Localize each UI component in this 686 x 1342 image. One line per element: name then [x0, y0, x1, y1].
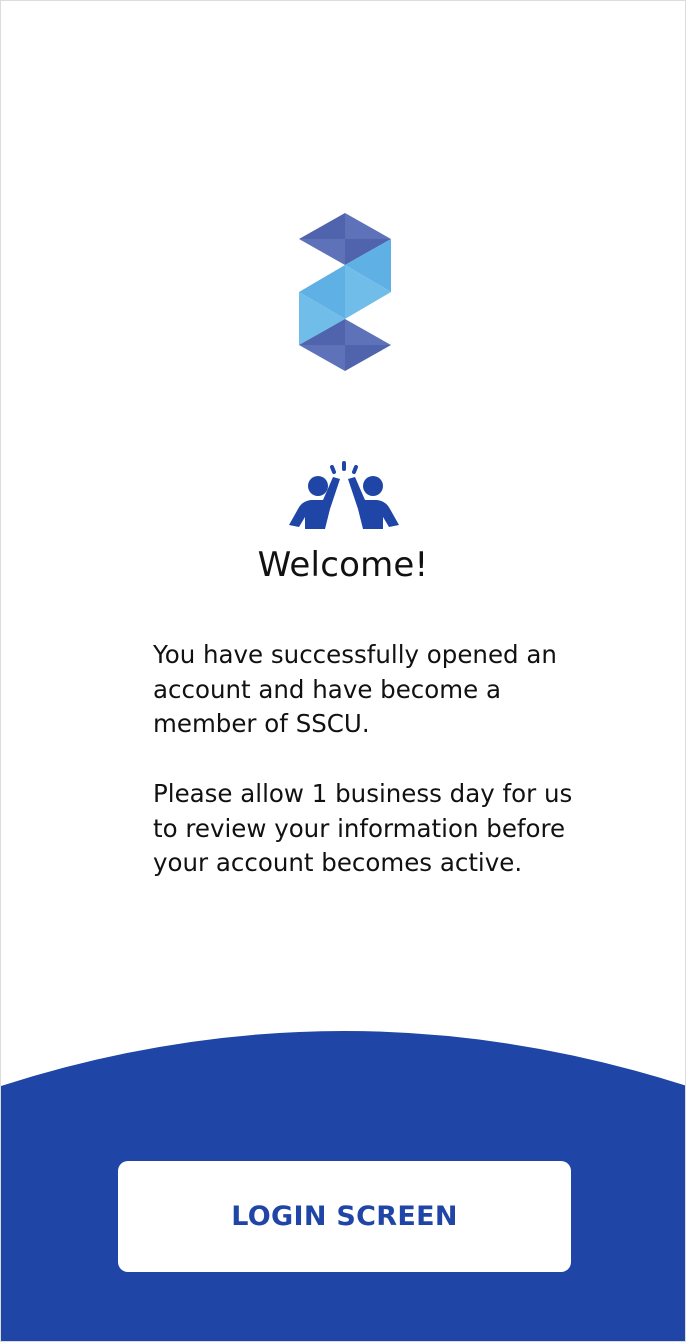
login-screen-button[interactable]: LOGIN SCREEN [118, 1161, 571, 1272]
welcome-title: Welcome! [257, 545, 429, 585]
high-five-icon [289, 461, 399, 529]
review-notice: Please allow 1 business day for us to re… [153, 779, 573, 877]
welcome-screen: Welcome! You have successfully opened an… [0, 0, 686, 1342]
success-message: You have successfully opened an account … [153, 640, 557, 738]
brand-logo [299, 213, 391, 371]
